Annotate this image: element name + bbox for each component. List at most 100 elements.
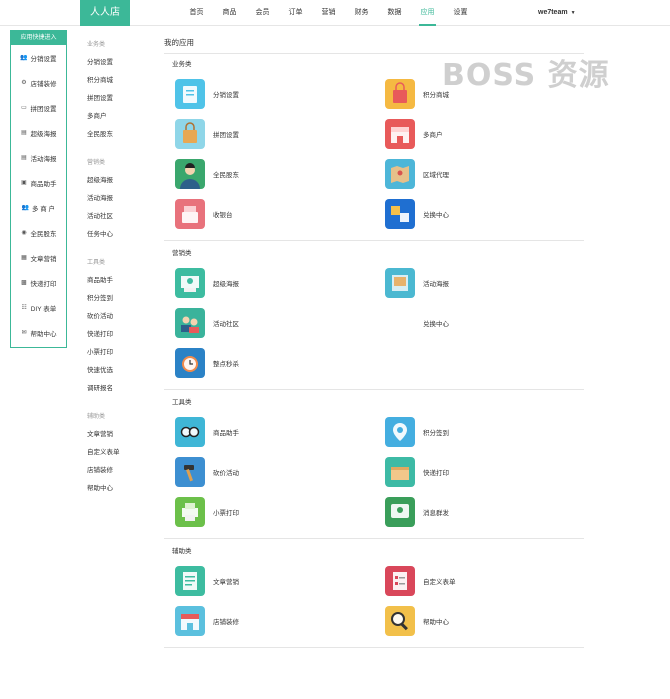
- category-link[interactable]: 调研报名: [87, 380, 157, 398]
- checklist-icon: [385, 566, 415, 596]
- app-tile[interactable]: 帮助中心: [374, 601, 584, 641]
- category-group: 辅助类文章营销 自定义表单 店铺装修 帮助中心: [87, 408, 157, 498]
- hammer-icon: [175, 457, 205, 487]
- category-link[interactable]: 分销设置: [87, 54, 157, 72]
- category-link[interactable]: 小票打印: [87, 344, 157, 362]
- nav-home[interactable]: 首页: [180, 0, 213, 26]
- app-label: 超级海报: [213, 281, 239, 288]
- quick-item[interactable]: ▭ 拼团设置: [11, 95, 66, 120]
- category-link[interactable]: 任务中心: [87, 226, 157, 244]
- category-link[interactable]: 全民股东: [87, 126, 157, 144]
- category-link[interactable]: 自定义表单: [87, 444, 157, 462]
- brand-logo[interactable]: 人人店: [80, 0, 130, 26]
- category-group: 工具类 商品助手 积分签到 砍价活动 快递打印 小票打印 快速优选 调研报名: [87, 254, 157, 398]
- nav-finance[interactable]: 财务: [345, 0, 378, 26]
- quick-item[interactable]: 👥 分销设置: [11, 45, 66, 70]
- category-link[interactable]: 文章营销: [87, 426, 157, 444]
- section-title: 辅助类: [172, 548, 192, 555]
- section-title: 工具类: [172, 399, 192, 406]
- quick-item[interactable]: ◉ 全民股东: [11, 220, 66, 245]
- users-icon: 👥: [21, 205, 30, 211]
- user-menu[interactable]: we7team ▼: [538, 0, 576, 26]
- nav-marketing[interactable]: 营销: [312, 0, 345, 26]
- category-link[interactable]: 快速优选: [87, 362, 157, 380]
- app-label: 活动海报: [423, 281, 449, 288]
- category-link[interactable]: 活动海报: [87, 190, 157, 208]
- app-label: 收银台: [213, 212, 233, 219]
- poster-icon: [175, 268, 205, 298]
- category-link[interactable]: 砍价活动: [87, 308, 157, 326]
- caret-down-icon: ▼: [570, 10, 576, 16]
- quick-item-label: 分销设置: [30, 55, 57, 63]
- nav-orders[interactable]: 订单: [279, 0, 312, 26]
- category-link[interactable]: 快递打印: [87, 326, 157, 344]
- app-label: 分销设置: [213, 92, 239, 99]
- watermark: BOSS 资源: [442, 58, 610, 93]
- app-tile[interactable]: 区域代理: [374, 154, 584, 194]
- nav-settings[interactable]: 设置: [444, 0, 477, 26]
- quick-item[interactable]: ▩ 快递打印: [11, 270, 66, 295]
- app-tile[interactable]: 小票打印: [164, 492, 374, 532]
- category-link[interactable]: 商品助手: [87, 272, 157, 290]
- app-tile[interactable]: 自定义表单: [374, 561, 584, 601]
- app-section: 工具类商品助手 积分签到砍价活动 快递打印小票打印 消息群发: [164, 392, 584, 539]
- card-icon: ▭: [21, 105, 27, 111]
- doc-icon: ▤: [21, 130, 27, 136]
- app-section: 辅助类文章营销 自定义表单 店铺装修 帮助中心: [164, 541, 584, 648]
- quick-item[interactable]: ▤ 活动海报: [11, 145, 66, 170]
- category-link[interactable]: 帮助中心: [87, 480, 157, 498]
- car-icon: ▣: [21, 180, 27, 186]
- app-tile[interactable]: 活动海报: [374, 263, 584, 303]
- quick-item[interactable]: ⚙ 店铺装修: [11, 70, 66, 95]
- quick-item[interactable]: ▦ 文章营销: [11, 245, 66, 270]
- map-icon: [385, 159, 415, 189]
- quick-item[interactable]: ☷ DIY 表单: [11, 295, 66, 320]
- nav-goods[interactable]: 商品: [213, 0, 246, 26]
- app-label: 小票打印: [213, 510, 239, 517]
- distribution-icon: [175, 79, 205, 109]
- category-link[interactable]: 积分签到: [87, 290, 157, 308]
- app-tile[interactable]: 积分签到: [374, 412, 584, 452]
- section-title: 营销类: [172, 250, 192, 257]
- app-tile[interactable]: 全民股东: [164, 154, 374, 194]
- app-section: 营销类 超级海报 活动海报 活动社区 兑换中心 整点秒杀: [164, 243, 584, 390]
- category-link[interactable]: 拼团设置: [87, 90, 157, 108]
- quick-item[interactable]: ▤ 超级海报: [11, 120, 66, 145]
- app-label: 积分签到: [423, 430, 449, 437]
- app-tile[interactable]: 砍价活动: [164, 452, 374, 492]
- print-icon: ▩: [21, 280, 27, 286]
- blank-overlay: [240, 325, 420, 359]
- nav-members[interactable]: 会员: [246, 0, 279, 26]
- app-tile[interactable]: 快递打印: [374, 452, 584, 492]
- app-tile[interactable]: 多商户: [374, 114, 584, 154]
- category-heading: 辅助类: [87, 414, 106, 420]
- app-label: 消息群发: [423, 510, 449, 517]
- app-tile[interactable]: 分销设置: [164, 74, 374, 114]
- quick-item[interactable]: ✉ 帮助中心: [11, 320, 66, 345]
- app-tile[interactable]: 兑换中心: [374, 194, 584, 234]
- category-link[interactable]: 超级海报: [87, 172, 157, 190]
- app-tile[interactable]: 文章营销: [164, 561, 374, 601]
- category-link[interactable]: 活动社区: [87, 208, 157, 226]
- category-link[interactable]: 店铺装修: [87, 462, 157, 480]
- nav-data[interactable]: 数据: [378, 0, 411, 26]
- app-tile[interactable]: 店铺装修: [164, 601, 374, 641]
- app-tile[interactable]: 超级海报: [164, 263, 374, 303]
- app-label: 兑换中心: [423, 212, 449, 219]
- app-label: 整点秒杀: [213, 361, 239, 368]
- community-icon: [175, 308, 205, 338]
- quick-item-label: 拼团设置: [30, 105, 57, 113]
- quick-item-label: 商品助手: [30, 180, 57, 188]
- app-tile[interactable]: 收银台: [164, 194, 374, 234]
- app-tile[interactable]: 商品助手: [164, 412, 374, 452]
- quick-item[interactable]: ▣ 商品助手: [11, 170, 66, 195]
- users-icon: 👥: [20, 55, 28, 61]
- category-link[interactable]: 积分商城: [87, 72, 157, 90]
- quick-item[interactable]: 👥 多 商 户: [11, 195, 66, 220]
- category-link[interactable]: 多商户: [87, 108, 157, 126]
- top-navbar: 人人店 首页 商品 会员 订单 营销 财务 数据 应用 设置 we7team ▼: [0, 0, 670, 26]
- app-label: 文章营销: [213, 579, 239, 586]
- nav-apps[interactable]: 应用: [411, 0, 444, 26]
- app-tile[interactable]: 拼团设置: [164, 114, 374, 154]
- app-tile[interactable]: 消息群发: [374, 492, 584, 532]
